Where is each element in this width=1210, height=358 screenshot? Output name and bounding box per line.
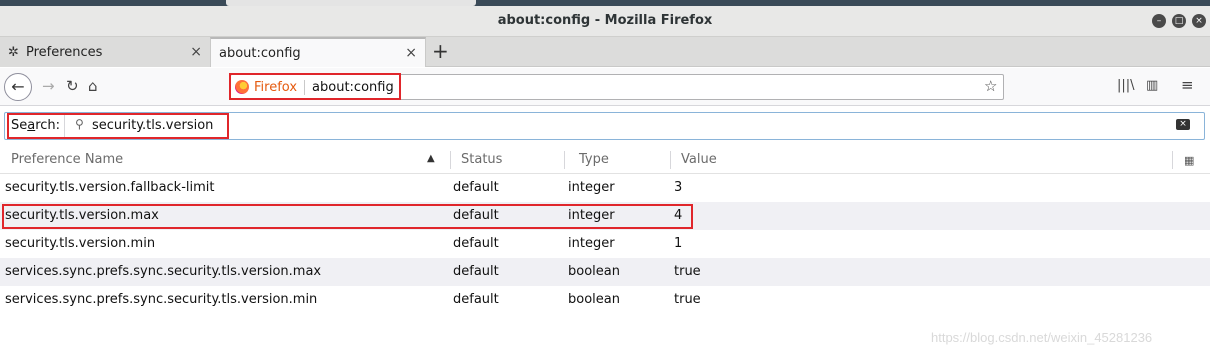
row-highlight-annotation <box>2 204 693 229</box>
search-highlight-annotation <box>7 113 229 139</box>
close-tab-icon[interactable]: × <box>405 45 417 61</box>
column-header-value[interactable]: Value <box>681 152 717 167</box>
pref-status: default <box>453 180 499 195</box>
sort-ascending-icon[interactable]: ▲ <box>427 153 435 164</box>
table-row[interactable]: security.tls.version.min default integer… <box>0 230 1210 258</box>
minimize-icon[interactable]: – <box>1152 14 1166 28</box>
column-separator[interactable] <box>1172 151 1173 169</box>
close-icon[interactable]: × <box>1192 14 1206 28</box>
window-titlebar: about:config - Mozilla Firefox – □ × <box>0 6 1210 37</box>
pref-name: security.tls.version.fallback-limit <box>5 180 215 195</box>
pref-name: services.sync.prefs.sync.security.tls.ve… <box>5 292 318 307</box>
pref-type: integer <box>568 180 615 195</box>
watermark: https://blog.csdn.net/weixin_45281236 <box>931 330 1153 345</box>
close-tab-icon[interactable]: × <box>190 44 202 60</box>
column-header-name[interactable]: Preference Name <box>11 152 123 167</box>
forward-button[interactable]: → <box>42 77 55 95</box>
menu-icon[interactable]: ≡ <box>1181 76 1194 94</box>
tab-about-config[interactable]: about:config × <box>210 37 426 67</box>
clear-search-icon[interactable]: × <box>1176 119 1190 130</box>
table-row[interactable]: services.sync.prefs.sync.security.tls.ve… <box>0 286 1210 314</box>
bookmark-star-icon[interactable]: ☆ <box>984 77 997 95</box>
table-row[interactable]: security.tls.version.fallback-limit defa… <box>0 174 1210 202</box>
tab-preferences[interactable]: ✲ Preferences × <box>0 37 210 67</box>
pref-type: boolean <box>568 292 620 307</box>
navigation-toolbar: ← → ↻ ⌂ Firefox about:config ☆ |||\ ▥ ≡ <box>0 68 1210 106</box>
pref-status: default <box>453 264 499 279</box>
pref-type: boolean <box>568 264 620 279</box>
column-header-type[interactable]: Type <box>579 152 609 167</box>
column-header-status[interactable]: Status <box>461 152 502 167</box>
column-separator[interactable] <box>564 151 565 169</box>
tab-strip: ✲ Preferences × about:config × + <box>0 37 1210 67</box>
pref-value: 1 <box>674 236 683 251</box>
pref-value: 3 <box>674 180 683 195</box>
home-button[interactable]: ⌂ <box>88 77 98 95</box>
pref-value: true <box>674 264 701 279</box>
sidebar-icon[interactable]: ▥ <box>1146 78 1158 93</box>
back-button[interactable]: ← <box>4 73 32 101</box>
column-picker-icon[interactable]: ▦ <box>1184 154 1194 167</box>
new-tab-button[interactable]: + <box>432 40 449 62</box>
column-separator[interactable] <box>450 151 451 169</box>
maximize-icon[interactable]: □ <box>1172 14 1186 28</box>
window-title: about:config - Mozilla Firefox <box>497 13 713 28</box>
pref-type: integer <box>568 236 615 251</box>
reload-button[interactable]: ↻ <box>66 77 79 95</box>
table-header: Preference Name ▲ Status Type Value ▦ <box>0 146 1210 174</box>
pref-value: true <box>674 292 701 307</box>
pref-status: default <box>453 236 499 251</box>
tab-label: about:config <box>219 45 301 61</box>
gear-icon: ✲ <box>8 44 19 60</box>
column-separator[interactable] <box>670 151 671 169</box>
library-icon[interactable]: |||\ <box>1117 78 1135 93</box>
tab-label: Preferences <box>26 44 103 60</box>
url-highlight-annotation <box>229 73 401 100</box>
pref-status: default <box>453 292 499 307</box>
pref-name: services.sync.prefs.sync.security.tls.ve… <box>5 264 322 279</box>
pref-name: security.tls.version.min <box>5 236 156 251</box>
table-row[interactable]: services.sync.prefs.sync.security.tls.ve… <box>0 258 1210 286</box>
